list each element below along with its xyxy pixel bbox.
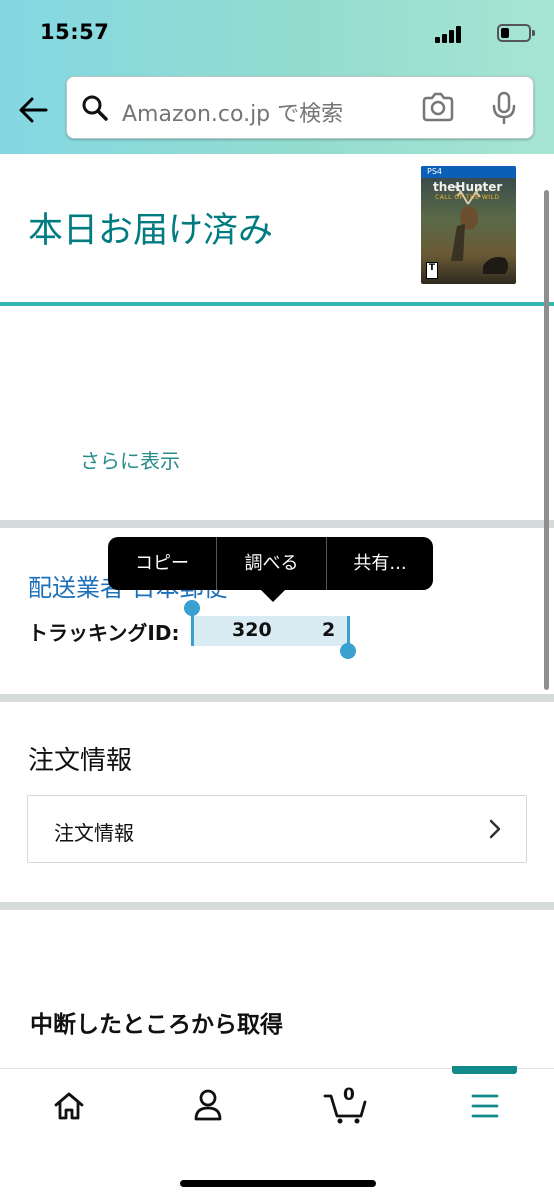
tracking-id-value-part2[interactable]: 2 — [322, 619, 335, 641]
menu-lookup[interactable]: 調べる — [217, 537, 326, 590]
camera-icon[interactable] — [421, 92, 455, 122]
microphone-icon[interactable] — [491, 91, 517, 125]
cart-count-badge: 0 — [343, 1085, 355, 1105]
top-bar: 15:57 Amazon.co.jp で検索 — [0, 0, 554, 154]
esrb-rating-badge: T — [426, 262, 438, 279]
menu-copy[interactable]: コピー — [108, 537, 216, 590]
selection-end-handle[interactable] — [340, 643, 356, 659]
signal-icon — [435, 25, 461, 43]
game-title: theHunter — [433, 180, 503, 194]
selection-start-line — [191, 610, 194, 646]
battery-icon — [497, 24, 535, 42]
delivery-status-title: 本日お届け済み — [28, 211, 274, 251]
back-button[interactable] — [14, 90, 54, 130]
product-image[interactable]: PS4 theHunter CALL OF THE WILD T — [421, 166, 516, 284]
status-time: 15:57 — [40, 20, 110, 44]
show-more-link[interactable]: さらに表示 — [80, 445, 180, 474]
search-placeholder: Amazon.co.jp で検索 — [122, 102, 344, 127]
resume-heading: 中断したところから取得 — [30, 1012, 283, 1038]
section-separator — [0, 520, 554, 528]
tracking-id-value-part1[interactable]: 320 — [232, 619, 272, 641]
text-context-menu: コピー 調べる 共有... — [108, 537, 433, 602]
menu-share[interactable]: 共有... — [327, 537, 433, 590]
order-info-row-label: 注文情報 — [54, 821, 134, 845]
order-info-heading: 注文情報 — [28, 746, 133, 776]
section-divider-accent — [0, 302, 554, 306]
tracking-id-label: トラッキングID: — [28, 621, 180, 645]
active-tab-indicator — [452, 1066, 517, 1074]
search-bar[interactable]: Amazon.co.jp で検索 — [66, 76, 534, 139]
section-separator — [0, 902, 554, 910]
home-icon[interactable] — [53, 1090, 85, 1122]
menu-pointer — [261, 590, 285, 602]
account-icon[interactable] — [192, 1088, 224, 1122]
section-separator — [0, 694, 554, 702]
order-info-row[interactable]: 注文情報 — [27, 795, 527, 863]
menu-icon[interactable] — [470, 1092, 500, 1120]
scrollbar[interactable] — [544, 190, 549, 690]
back-arrow-icon — [19, 97, 48, 123]
search-icon — [82, 95, 108, 121]
home-indicator — [180, 1180, 376, 1187]
game-subtitle: CALL OF THE WILD — [435, 194, 500, 201]
chevron-right-icon — [489, 819, 501, 839]
